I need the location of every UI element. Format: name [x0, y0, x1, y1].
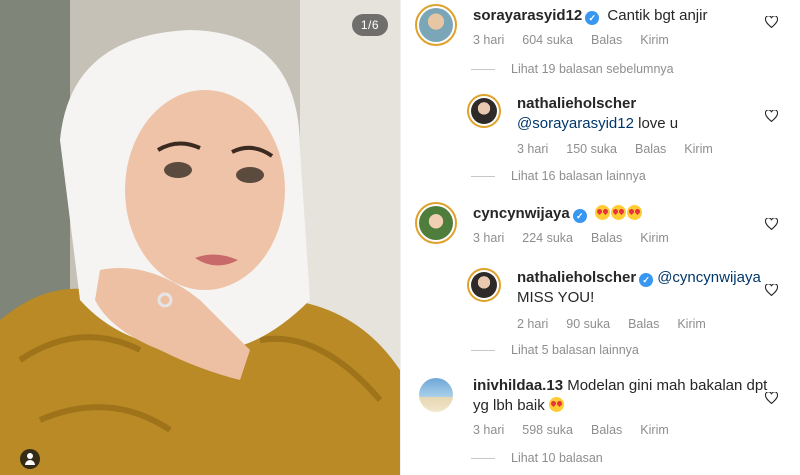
divider — [471, 175, 495, 177]
comment-item: inivhildaa.13 Modelan gini mah bakalan d… — [415, 374, 773, 437]
user-tag-icon[interactable] — [20, 449, 40, 469]
mention-link[interactable]: @sorayarasyid12 — [517, 115, 634, 132]
reply-button[interactable]: Balas — [591, 423, 622, 437]
comment-time[interactable]: 2 hari — [517, 317, 548, 331]
avatar[interactable] — [467, 94, 501, 128]
view-replies-button[interactable]: Lihat 10 balasan — [471, 451, 603, 465]
comment-text: Cantik bgt anjir — [607, 7, 708, 24]
reply-button[interactable]: Balas — [628, 317, 659, 331]
view-replies-button[interactable]: Lihat 16 balasan lainnya — [471, 169, 646, 183]
like-count[interactable]: 604 suka — [522, 33, 573, 47]
like-count[interactable]: 150 suka — [566, 142, 617, 156]
send-button[interactable]: Kirim — [677, 317, 705, 331]
post-photo[interactable]: 1/6 — [0, 0, 400, 475]
reply-button[interactable]: Balas — [591, 33, 622, 47]
send-button[interactable]: Kirim — [684, 142, 712, 156]
avatar[interactable] — [415, 374, 457, 416]
comment-item: cyncynwijaya ✓ 3 hari 224 suka Balas Kiri… — [415, 202, 763, 245]
like-heart-icon[interactable] — [765, 110, 778, 122]
verified-badge-icon: ✓ — [585, 11, 600, 25]
comment-time[interactable]: 3 hari — [517, 142, 548, 156]
comment-username[interactable]: nathalieholscher — [517, 269, 636, 286]
avatar[interactable] — [467, 268, 501, 302]
comment-item: sorayarasyid12 ✓ Cantik bgt anjir 3 hari … — [415, 4, 763, 47]
comment-username[interactable]: nathalieholscher — [517, 95, 636, 112]
like-heart-icon[interactable] — [765, 392, 778, 404]
comment-time[interactable]: 3 hari — [473, 423, 504, 437]
divider — [471, 457, 495, 459]
like-heart-icon[interactable] — [765, 284, 778, 296]
photo-counter: 1/6 — [351, 14, 388, 36]
verified-badge-icon: ✓ — [572, 209, 587, 223]
avatar[interactable] — [415, 202, 457, 244]
like-heart-icon[interactable] — [765, 218, 778, 230]
reply-item: nathalieholscher ✓ @cyncynwijaya MISS YOU!… — [467, 268, 767, 331]
view-replies-button[interactable]: Lihat 19 balasan sebelumnya — [471, 62, 674, 76]
comment-time[interactable]: 3 hari — [473, 231, 504, 245]
view-replies-label: Lihat 19 balasan sebelumnya — [511, 62, 674, 76]
comment-text: MISS YOU! — [517, 289, 595, 306]
comment-username[interactable]: sorayarasyid12 — [473, 7, 582, 24]
reply-item: nathalieholscher @sorayarasyid12 love u … — [467, 94, 767, 156]
comment-username[interactable]: cyncynwijaya — [473, 205, 570, 222]
mention-link[interactable]: @cyncynwijaya — [657, 269, 761, 286]
send-button[interactable]: Kirim — [640, 231, 668, 245]
heart-eyes-emoji-icon — [594, 205, 610, 220]
divider — [471, 68, 495, 70]
like-heart-icon[interactable] — [765, 16, 778, 28]
like-count[interactable]: 90 suka — [566, 317, 610, 331]
heart-eyes-emoji-icon — [548, 397, 564, 412]
comment-time[interactable]: 3 hari — [473, 33, 504, 47]
divider — [471, 349, 495, 351]
like-count[interactable]: 598 suka — [522, 423, 573, 437]
reply-button[interactable]: Balas — [591, 231, 622, 245]
comment-username[interactable]: inivhildaa.13 — [473, 377, 563, 394]
view-replies-button[interactable]: Lihat 5 balasan lainnya — [471, 343, 639, 357]
comment-text: love u — [633, 115, 679, 132]
avatar[interactable] — [415, 4, 457, 46]
send-button[interactable]: Kirim — [640, 423, 668, 437]
view-replies-label: Lihat 5 balasan lainnya — [511, 343, 639, 357]
heart-eyes-emoji-icon — [610, 205, 626, 220]
view-replies-label: Lihat 10 balasan — [511, 451, 603, 465]
heart-eyes-emoji-icon — [626, 205, 642, 220]
like-count[interactable]: 224 suka — [522, 231, 573, 245]
reply-button[interactable]: Balas — [635, 142, 666, 156]
view-replies-label: Lihat 16 balasan lainnya — [511, 169, 646, 183]
portrait-illustration — [0, 0, 400, 475]
verified-badge-icon: ✓ — [639, 273, 654, 287]
comments-panel: sorayarasyid12 ✓ Cantik bgt anjir 3 hari … — [400, 0, 800, 475]
send-button[interactable]: Kirim — [640, 33, 668, 47]
